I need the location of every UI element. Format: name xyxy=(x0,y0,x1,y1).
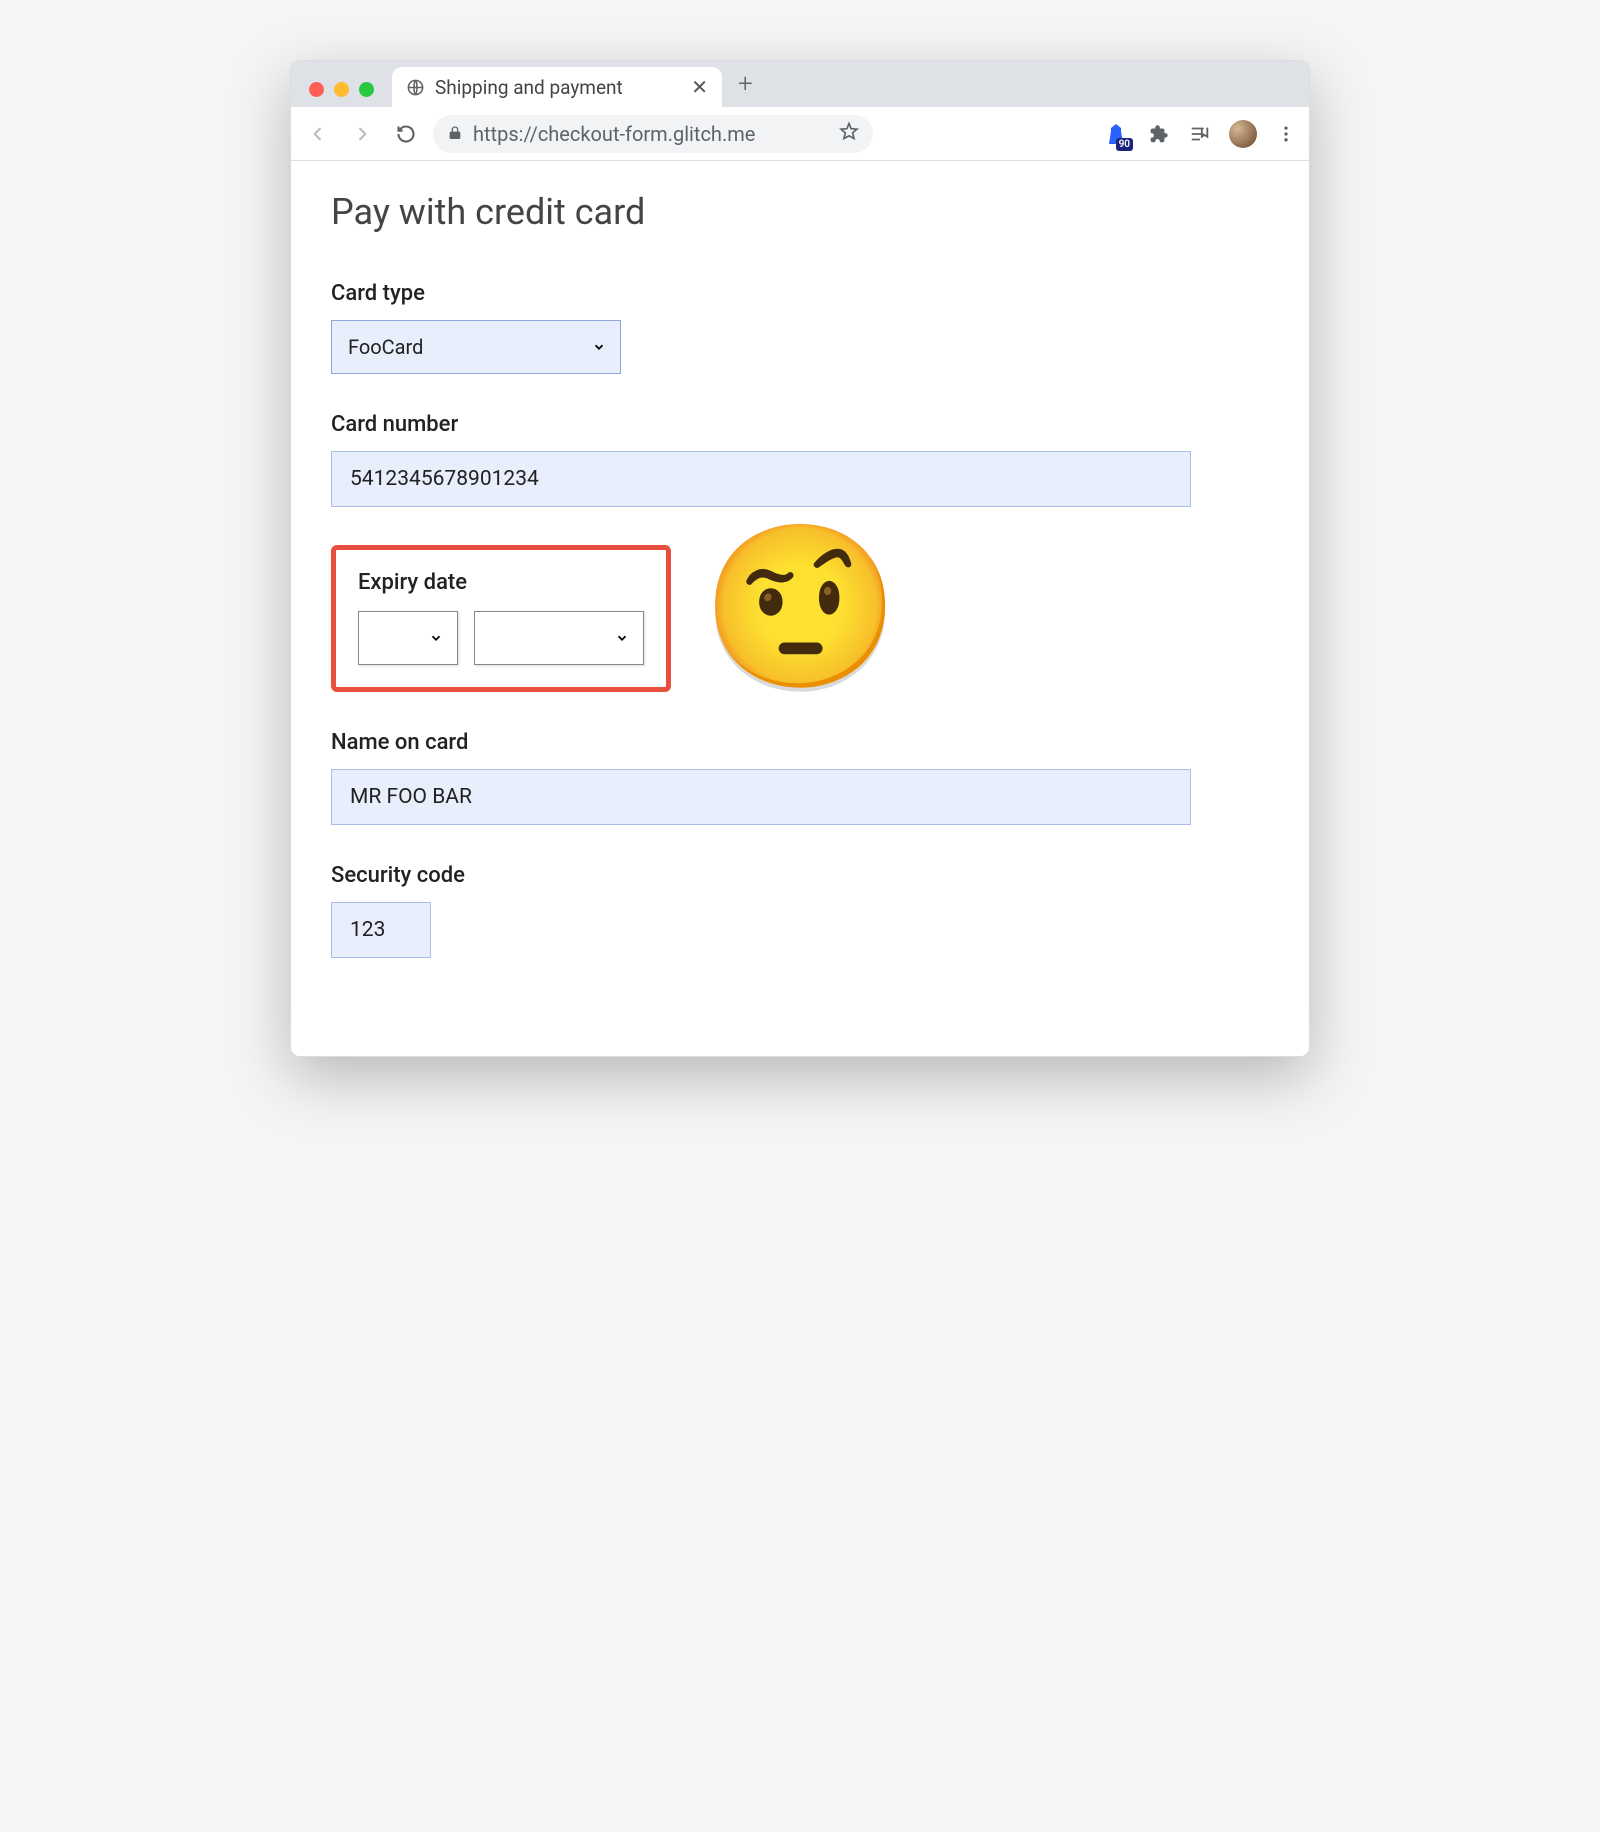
forward-button[interactable] xyxy=(345,117,379,151)
card-type-label: Card type xyxy=(331,281,1269,306)
expiry-highlight-box: Expiry date xyxy=(331,545,671,692)
minimize-window-button[interactable] xyxy=(334,82,349,97)
reload-button[interactable] xyxy=(389,117,423,151)
card-number-value: 5412345678901234 xyxy=(350,467,539,491)
chevron-down-icon xyxy=(592,335,606,359)
expiry-month-select[interactable] xyxy=(358,611,458,665)
toolbar-right: 90 xyxy=(1103,120,1299,148)
expiry-label: Expiry date xyxy=(358,570,644,595)
lock-icon xyxy=(447,122,463,146)
chevron-down-icon xyxy=(615,626,629,650)
security-value: 123 xyxy=(350,918,385,942)
chevron-down-icon xyxy=(429,626,443,650)
browser-chrome: Shipping and payment ✕ + https://checkou… xyxy=(291,61,1309,161)
globe-icon xyxy=(406,78,425,97)
tab-title: Shipping and payment xyxy=(435,76,623,99)
expiry-selects xyxy=(358,611,644,665)
security-input[interactable]: 123 xyxy=(331,902,431,958)
address-bar[interactable]: https://checkout-form.glitch.me xyxy=(433,115,873,153)
window-controls xyxy=(303,82,384,107)
bookmark-star-icon[interactable] xyxy=(839,121,859,146)
lighthouse-extension-icon[interactable]: 90 xyxy=(1103,121,1129,147)
reading-list-icon[interactable] xyxy=(1187,121,1213,147)
page-content: Pay with credit card Card type FooCard C… xyxy=(291,161,1309,1056)
url-text: https://checkout-form.glitch.me xyxy=(473,122,755,146)
new-tab-button[interactable]: + xyxy=(730,69,753,107)
security-label: Security code xyxy=(331,863,1269,888)
page-title: Pay with credit card xyxy=(331,191,1269,233)
name-on-card-field: Name on card MR FOO BAR xyxy=(331,730,1269,825)
card-type-select[interactable]: FooCard xyxy=(331,320,621,374)
tab-strip: Shipping and payment ✕ + xyxy=(291,61,1309,107)
card-number-field: Card number 5412345678901234 xyxy=(331,412,1269,507)
card-number-label: Card number xyxy=(331,412,1269,437)
profile-avatar[interactable] xyxy=(1229,120,1257,148)
security-code-field: Security code 123 xyxy=(331,863,1269,958)
maximize-window-button[interactable] xyxy=(359,82,374,97)
back-button[interactable] xyxy=(301,117,335,151)
card-number-input[interactable]: 5412345678901234 xyxy=(331,451,1191,507)
expiry-wrapper: Expiry date 🤨 xyxy=(331,545,1269,702)
close-window-button[interactable] xyxy=(309,82,324,97)
close-tab-button[interactable]: ✕ xyxy=(691,75,708,99)
card-type-value: FooCard xyxy=(348,335,423,359)
raised-eyebrow-emoji: 🤨 xyxy=(701,529,900,689)
name-input[interactable]: MR FOO BAR xyxy=(331,769,1191,825)
browser-window: Shipping and payment ✕ + https://checkou… xyxy=(290,60,1310,1057)
browser-tab[interactable]: Shipping and payment ✕ xyxy=(392,67,722,107)
lighthouse-badge: 90 xyxy=(1116,138,1133,151)
card-type-field: Card type FooCard xyxy=(331,281,1269,374)
extensions-icon[interactable] xyxy=(1145,121,1171,147)
menu-icon[interactable] xyxy=(1273,121,1299,147)
name-value: MR FOO BAR xyxy=(350,785,472,809)
expiry-year-select[interactable] xyxy=(474,611,644,665)
name-label: Name on card xyxy=(331,730,1269,755)
browser-toolbar: https://checkout-form.glitch.me 90 xyxy=(291,107,1309,161)
